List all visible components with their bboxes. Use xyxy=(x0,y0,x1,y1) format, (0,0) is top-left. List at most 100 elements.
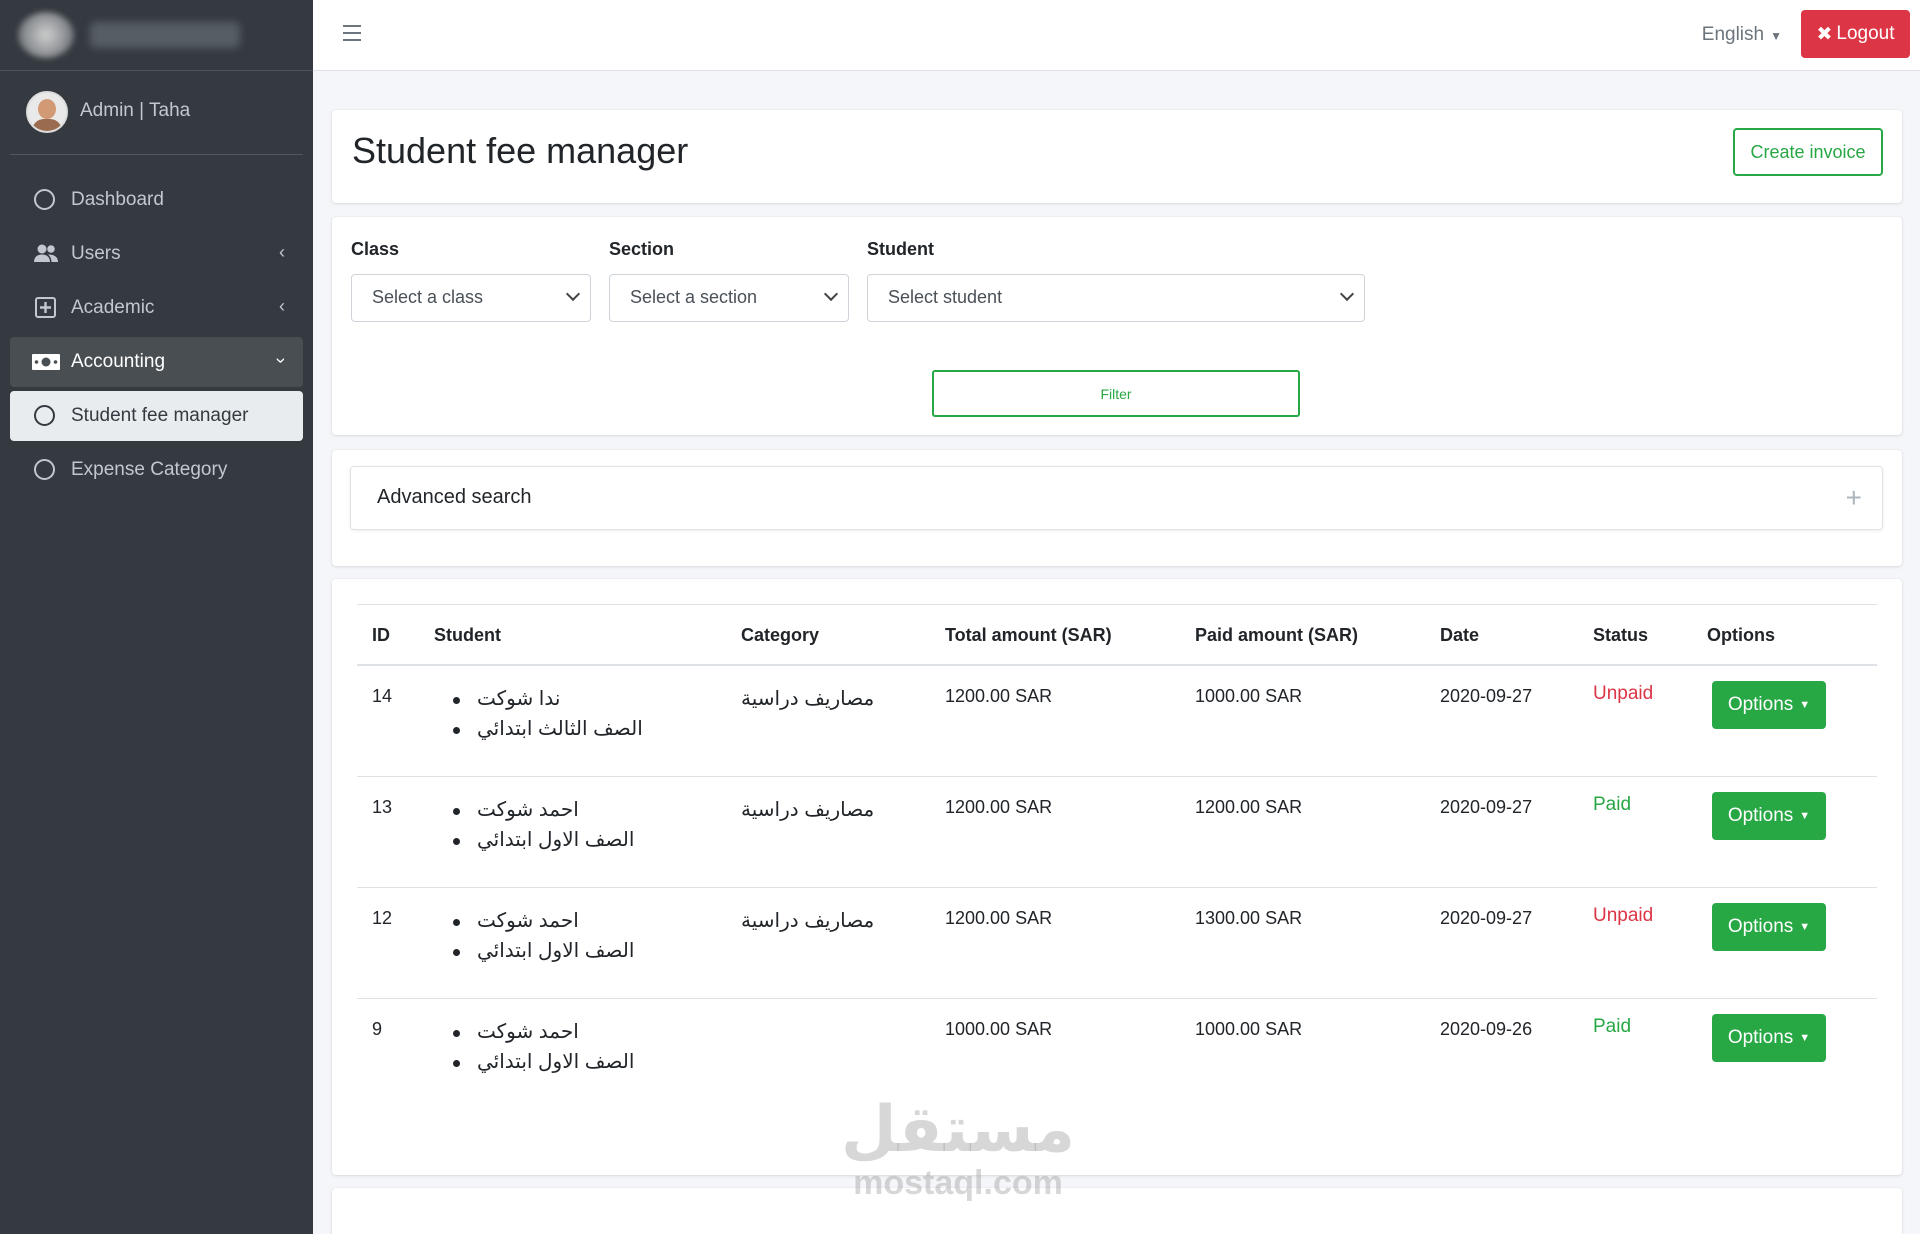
filter-button[interactable]: Filter xyxy=(932,370,1300,417)
cell-id: 14 xyxy=(372,686,393,706)
advanced-search-panel[interactable]: Advanced search + xyxy=(350,466,1883,530)
sidebar-item-expense-category[interactable]: Expense Category xyxy=(10,445,303,495)
sidebar: Admin | Taha Dashboard Users ‹ Academic … xyxy=(0,0,313,1234)
avatar[interactable] xyxy=(26,91,68,133)
student-select[interactable]: Select student xyxy=(867,274,1365,322)
status-badge: Paid xyxy=(1593,1016,1632,1037)
brand[interactable] xyxy=(0,0,313,71)
cell-total: 1000.00 SAR xyxy=(945,1019,1053,1039)
class-select[interactable]: Select a class xyxy=(351,274,591,322)
student-class: الصف الاول ابتدائي xyxy=(447,825,634,855)
page-header-card: Student fee manager Create invoice xyxy=(332,110,1902,203)
create-invoice-button[interactable]: Create invoice xyxy=(1733,128,1883,176)
table-header: ID Student Category Total amount (SAR) P… xyxy=(357,604,1877,666)
cell-category: مصاريف دراسية xyxy=(741,688,875,710)
sidebar-item-accounting[interactable]: Accounting ‹ xyxy=(10,337,303,387)
sidebar-item-label: Academic xyxy=(71,297,155,318)
caret-down-icon: ▼ xyxy=(1770,29,1782,43)
th-paid-amount: Paid amount (SAR) xyxy=(1195,625,1359,645)
cell-total: 1200.00 SAR xyxy=(945,797,1053,817)
sidebar-item-label: Expense Category xyxy=(71,459,228,480)
cell-category: مصاريف دراسية xyxy=(741,910,875,932)
student-class: الصف الاول ابتدائي xyxy=(447,1047,634,1077)
top-navbar: English ▼ ✖ Logout xyxy=(313,0,1920,71)
chevron-down-icon xyxy=(1339,286,1355,302)
table-row: 9 احمد شوكت الصف الاول ابتدائي 1000.00 S… xyxy=(357,999,1877,1110)
cell-id: 12 xyxy=(372,908,393,928)
chevron-down-icon xyxy=(565,286,581,302)
brand-logo xyxy=(18,12,74,58)
options-label: Options xyxy=(1727,805,1794,826)
plus-icon[interactable]: + xyxy=(1846,482,1862,514)
cell-id: 13 xyxy=(372,797,393,817)
sidebar-item-label: Dashboard xyxy=(71,189,164,210)
student-select-value: Select student xyxy=(888,287,1003,307)
options-button[interactable]: Options ▼ xyxy=(1712,1014,1826,1062)
section-select[interactable]: Select a section xyxy=(609,274,849,322)
th-category: Category xyxy=(741,625,820,645)
invoices-table-card: ID Student Category Total amount (SAR) P… xyxy=(332,579,1902,1175)
advanced-search-card: Advanced search + xyxy=(332,450,1902,566)
cell-total: 1200.00 SAR xyxy=(945,686,1053,706)
student-label: Student xyxy=(867,239,934,259)
logout-button[interactable]: ✖ Logout xyxy=(1801,10,1910,58)
close-icon: ✖ xyxy=(1816,23,1833,45)
sidebar-item-label: Users xyxy=(71,243,121,264)
cell-student: احمد شوكت الصف الاول ابتدائي xyxy=(447,1017,634,1077)
sidebar-item-label: Student fee manager xyxy=(71,405,249,426)
cell-total: 1200.00 SAR xyxy=(945,908,1053,928)
th-student: Student xyxy=(434,625,501,645)
chevron-down-icon xyxy=(823,286,839,302)
cell-student: ندا شوكت الصف الثالث ابتدائي xyxy=(447,684,643,744)
brand-text-blurred xyxy=(90,22,240,48)
caret-down-icon: ▼ xyxy=(1799,810,1811,822)
advanced-search-title: Advanced search xyxy=(377,486,532,508)
circle-icon xyxy=(34,189,55,210)
cell-paid: 1200.00 SAR xyxy=(1195,797,1303,817)
sidebar-item-users[interactable]: Users ‹ xyxy=(10,229,303,279)
student-name: احمد شوكت xyxy=(447,795,634,825)
cell-category: مصاريف دراسية xyxy=(741,799,875,821)
watermark-latin: mostaql.com xyxy=(853,1164,1063,1202)
money-bill-icon xyxy=(32,354,60,370)
th-date: Date xyxy=(1440,625,1480,645)
cell-date: 2020-09-27 xyxy=(1440,686,1533,706)
caret-down-icon: ▼ xyxy=(1799,1032,1811,1044)
cell-date: 2020-09-27 xyxy=(1440,797,1533,817)
th-id: ID xyxy=(372,625,390,645)
plus-square-icon xyxy=(35,297,56,318)
table-row: 14 ندا شوكت الصف الثالث ابتدائي مصاريف د… xyxy=(357,666,1877,777)
sidebar-item-academic[interactable]: Academic ‹ xyxy=(10,283,303,333)
student-name: احمد شوكت xyxy=(447,906,634,936)
hamburger-icon[interactable] xyxy=(343,25,361,41)
cell-paid: 1000.00 SAR xyxy=(1195,1019,1303,1039)
student-name: احمد شوكت xyxy=(447,1017,634,1047)
cell-date: 2020-09-27 xyxy=(1440,908,1533,928)
cell-student: احمد شوكت الصف الاول ابتدائي xyxy=(447,906,634,966)
chevron-left-icon: ‹ xyxy=(279,296,285,316)
student-class: الصف الاول ابتدائي xyxy=(447,936,634,966)
cell-student: احمد شوكت الصف الاول ابتدائي xyxy=(447,795,634,855)
class-label: Class xyxy=(351,239,400,259)
student-name: ندا شوكت xyxy=(447,684,643,714)
sidebar-nav: Dashboard Users ‹ Academic ‹ Accounting … xyxy=(10,175,303,499)
sidebar-item-label: Accounting xyxy=(71,351,166,372)
watermark-arabic: مستقل xyxy=(840,1093,1076,1167)
sidebar-item-dashboard[interactable]: Dashboard xyxy=(10,175,303,225)
users-icon xyxy=(34,244,58,262)
language-dropdown[interactable]: English ▼ xyxy=(1702,24,1782,46)
cell-date: 2020-09-26 xyxy=(1440,1019,1533,1039)
options-button[interactable]: Options ▼ xyxy=(1712,792,1826,840)
options-button[interactable]: Options ▼ xyxy=(1712,903,1826,951)
options-button[interactable]: Options ▼ xyxy=(1712,681,1826,729)
chevron-down-icon: ‹ xyxy=(269,357,290,364)
filter-card: Class Select a class Section Select a se… xyxy=(332,217,1902,435)
invoices-table: ID Student Category Total amount (SAR) P… xyxy=(357,604,1877,1110)
th-total-amount: Total amount (SAR) xyxy=(945,625,1112,645)
table-row: 13 احمد شوكت الصف الاول ابتدائي مصاريف د… xyxy=(357,777,1877,888)
cell-paid: 1000.00 SAR xyxy=(1195,686,1303,706)
circle-icon xyxy=(34,459,55,480)
sidebar-item-student-fee-manager[interactable]: Student fee manager xyxy=(10,391,303,441)
user-name[interactable]: Admin | Taha xyxy=(80,100,190,122)
watermark: مستقل mostaql.com xyxy=(838,1095,1078,1201)
